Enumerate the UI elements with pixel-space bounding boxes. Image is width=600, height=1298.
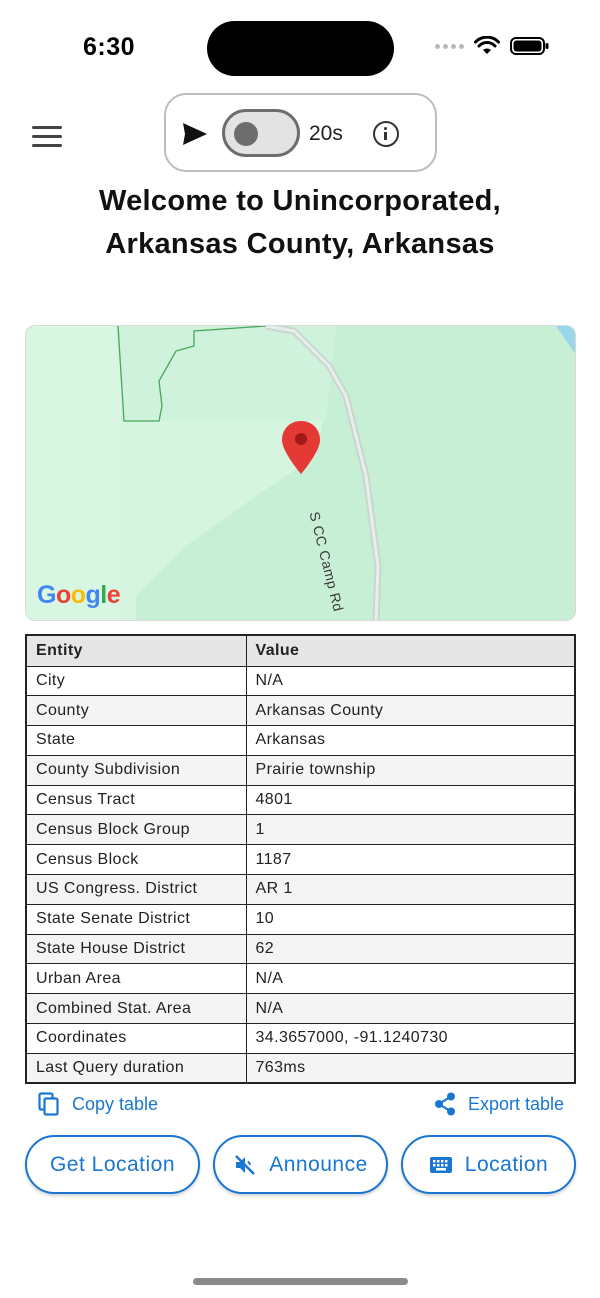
info-icon[interactable] (373, 121, 399, 147)
value-cell: N/A (245, 665, 576, 697)
location-button[interactable]: Location (401, 1135, 576, 1194)
map-view[interactable]: S CC Camp Rd Google (25, 325, 576, 621)
table-row: Last Query duration 763ms (25, 1052, 576, 1084)
share-icon (434, 1092, 455, 1116)
entity-cell: State House District (25, 933, 247, 965)
interval-label: 20s (309, 122, 343, 145)
status-time: 6:30 (83, 33, 136, 61)
copy-table-button[interactable]: Copy table (38, 1092, 158, 1116)
table-row: Census Block 1187 (25, 844, 576, 876)
google-logo: Google (37, 581, 121, 609)
entity-cell: Census Block Group (25, 814, 247, 846)
get-location-button[interactable]: Get Location (25, 1135, 200, 1194)
value-cell: Arkansas (245, 725, 576, 756)
value-cell: N/A (245, 963, 576, 995)
entity-cell: City (25, 665, 247, 697)
entity-cell: Coordinates (25, 1023, 247, 1054)
entity-cell: County Subdivision (25, 754, 247, 786)
entity-cell: Census Block (25, 844, 247, 876)
export-table-label: Export table (467, 1093, 564, 1114)
value-cell: 10 (245, 903, 576, 935)
value-cell: AR 1 (245, 874, 576, 905)
hamburger-icon (32, 126, 62, 129)
copy-icon (38, 1092, 59, 1116)
table-row: State Senate District 10 (25, 903, 576, 935)
value-cell: 34.3657000, -91.1240730 (245, 1023, 576, 1054)
value-cell: Prairie township (245, 754, 576, 786)
volume-off-icon (235, 1154, 256, 1175)
value-cell: N/A (245, 993, 576, 1025)
table-header-row: Entity Value (25, 634, 576, 667)
entity-header: Entity (25, 634, 247, 667)
value-cell: 4801 (245, 784, 576, 816)
export-table-button[interactable]: Export table (434, 1092, 564, 1116)
value-cell: Arkansas County (245, 695, 576, 727)
keyboard-icon (429, 1156, 452, 1173)
table-row: Census Block Group 1 (25, 814, 576, 846)
send-icon[interactable] (181, 121, 209, 147)
entity-cell: US Congress. District (25, 874, 247, 905)
tracking-control: 20s (164, 93, 437, 172)
table-row: Urban Area N/A (25, 963, 576, 995)
announce-button[interactable]: Announce (213, 1135, 388, 1194)
value-cell: 763ms (245, 1052, 576, 1084)
get-location-label: Get Location (49, 1152, 176, 1176)
menu-button[interactable] (32, 126, 62, 152)
location-label: Location (464, 1152, 549, 1176)
value-header: Value (245, 634, 576, 667)
cellular-signal-icon (435, 43, 464, 49)
wifi-icon (474, 36, 500, 54)
entity-cell: State (25, 725, 247, 756)
table-row: State Arkansas (25, 725, 576, 756)
table-row: County Subdivision Prairie township (25, 754, 576, 786)
map-terrain (26, 326, 575, 620)
table-row: City N/A (25, 665, 576, 697)
entity-cell: County (25, 695, 247, 727)
page-title: Welcome to Unincorporated, Arkansas Coun… (98, 185, 502, 260)
table-row: County Arkansas County (25, 695, 576, 727)
home-indicator[interactable] (193, 1278, 408, 1285)
entity-cell: Census Tract (25, 784, 247, 816)
value-cell: 1187 (245, 844, 576, 876)
entity-cell: Combined Stat. Area (25, 993, 247, 1025)
toggle-knob (234, 122, 258, 146)
entity-cell: State Senate District (25, 903, 247, 935)
table-row: Coordinates 34.3657000, -91.1240730 (25, 1023, 576, 1054)
announce-label: Announce (269, 1152, 368, 1176)
table-row: US Congress. District AR 1 (25, 874, 576, 905)
copy-table-label: Copy table (72, 1093, 159, 1114)
table-row: State House District 62 (25, 933, 576, 965)
battery-icon (510, 37, 549, 55)
value-cell: 1 (245, 814, 576, 846)
table-row: Combined Stat. Area N/A (25, 993, 576, 1025)
dynamic-island (207, 21, 394, 76)
table-row: Census Tract 4801 (25, 784, 576, 816)
entity-cell: Urban Area (25, 963, 247, 995)
status-icons (435, 36, 550, 56)
value-cell: 62 (245, 933, 576, 965)
entity-cell: Last Query duration (25, 1052, 247, 1084)
location-table: Entity Value City N/A County Arkansas Coun… (25, 634, 576, 1085)
auto-update-toggle[interactable] (222, 109, 300, 157)
